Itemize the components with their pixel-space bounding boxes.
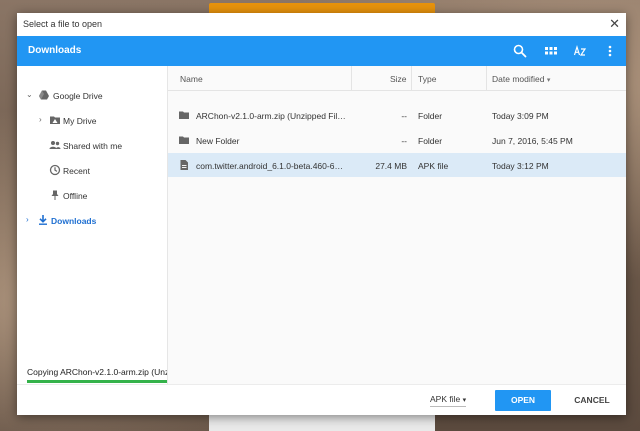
column-divider[interactable]	[411, 66, 412, 90]
chevron-right-icon[interactable]: ›	[26, 215, 29, 224]
folder-icon	[179, 111, 189, 119]
cancel-button[interactable]: CANCEL	[567, 390, 617, 411]
sidebar-item-shared-with-me[interactable]: Shared with me	[17, 135, 167, 155]
file-type: Folder	[418, 136, 443, 146]
sidebar-item-label: Offline	[63, 191, 88, 201]
copy-progress-panel: Copying ARChon-v2.1.0-arm.zip (Unzipped …	[17, 362, 167, 386]
copy-progress-bar	[27, 380, 167, 383]
column-header-type[interactable]: Type	[418, 74, 436, 84]
sidebar-item-downloads[interactable]: › Downloads	[17, 210, 167, 230]
file-size: --	[401, 111, 407, 121]
my-drive-icon	[50, 116, 60, 124]
toolbar: Downloads	[17, 36, 626, 66]
google-drive-icon	[39, 90, 49, 100]
file-picker-dialog: Select a file to open ✕ Downloads ⌄ Goog…	[17, 13, 626, 415]
table-row[interactable]: ARChon-v2.1.0-arm.zip (Unzipped Files) -…	[168, 103, 626, 127]
file-type-value: APK file	[430, 394, 461, 404]
sort-az-icon[interactable]	[572, 43, 588, 59]
sidebar-item-label: Recent	[63, 166, 90, 176]
file-name: New Folder	[196, 136, 240, 146]
file-size: 27.4 MB	[375, 161, 407, 171]
chevron-down-icon[interactable]: ⌄	[26, 90, 33, 99]
column-header-size[interactable]: Size	[390, 74, 407, 84]
column-divider[interactable]	[351, 66, 352, 90]
search-icon[interactable]	[512, 43, 528, 59]
grid-view-icon[interactable]	[543, 43, 559, 59]
file-size: --	[401, 136, 407, 146]
file-date-modified: Today 3:09 PM	[492, 111, 549, 121]
current-location-title: Downloads	[28, 45, 82, 56]
shared-icon	[49, 141, 61, 149]
sidebar-item-label: Google Drive	[53, 91, 103, 101]
sidebar-item-label: Shared with me	[63, 141, 123, 151]
file-date-modified: Today 3:12 PM	[492, 161, 549, 171]
open-button[interactable]: OPEN	[495, 390, 551, 411]
sidebar-item-recent[interactable]: Recent	[17, 160, 167, 180]
chevron-right-icon[interactable]: ›	[39, 115, 42, 124]
more-vert-icon[interactable]	[602, 43, 618, 59]
column-header-date-modified[interactable]: Date modified ▾	[492, 74, 550, 84]
sidebar-item-label: Downloads	[51, 216, 97, 226]
sidebar: ⌄ Google Drive › My Drive Shared with me	[17, 66, 168, 386]
file-name: com.twitter.android_6.1.0-beta.460-6113.…	[196, 161, 346, 171]
copy-status-text: Copying ARChon-v2.1.0-arm.zip (Unzipped …	[27, 367, 167, 377]
copy-progress-fill	[27, 380, 167, 383]
background-window-panel	[209, 414, 435, 431]
column-divider[interactable]	[486, 66, 487, 90]
table-row-selected[interactable]: com.twitter.android_6.1.0-beta.460-6113.…	[168, 153, 626, 177]
column-header-name[interactable]: Name	[180, 74, 203, 84]
recent-icon	[49, 164, 61, 176]
sort-descending-icon: ▾	[546, 77, 551, 84]
download-icon	[39, 215, 47, 225]
folder-icon	[179, 136, 189, 144]
file-icon	[180, 160, 188, 170]
file-name: ARChon-v2.1.0-arm.zip (Unzipped Files)	[196, 111, 346, 121]
dialog-footer: APK file ▾ OPEN CANCEL	[17, 384, 626, 415]
dialog-title: Select a file to open	[23, 19, 103, 29]
file-list: Name Size Type Date modified ▾ ARChon-v2…	[168, 66, 626, 384]
close-icon[interactable]: ✕	[609, 16, 620, 32]
offline-pin-icon	[51, 190, 59, 200]
sidebar-item-my-drive[interactable]: › My Drive	[17, 110, 167, 130]
dialog-titlebar: Select a file to open ✕	[17, 13, 626, 36]
file-type: Folder	[418, 111, 443, 121]
file-list-header: Name Size Type Date modified ▾	[168, 66, 626, 91]
file-type: APK file	[418, 161, 449, 171]
dropdown-arrow-icon: ▾	[462, 397, 467, 404]
sidebar-item-label: My Drive	[63, 116, 97, 126]
file-type-dropdown[interactable]: APK file ▾	[430, 394, 467, 407]
file-date-modified: Jun 7, 2016, 5:45 PM	[492, 136, 573, 146]
column-header-label: Date modified	[492, 74, 545, 84]
sidebar-item-google-drive[interactable]: ⌄ Google Drive	[17, 85, 167, 105]
sidebar-item-offline[interactable]: Offline	[17, 185, 167, 205]
table-row[interactable]: New Folder -- Folder Jun 7, 2016, 5:45 P…	[168, 128, 626, 152]
